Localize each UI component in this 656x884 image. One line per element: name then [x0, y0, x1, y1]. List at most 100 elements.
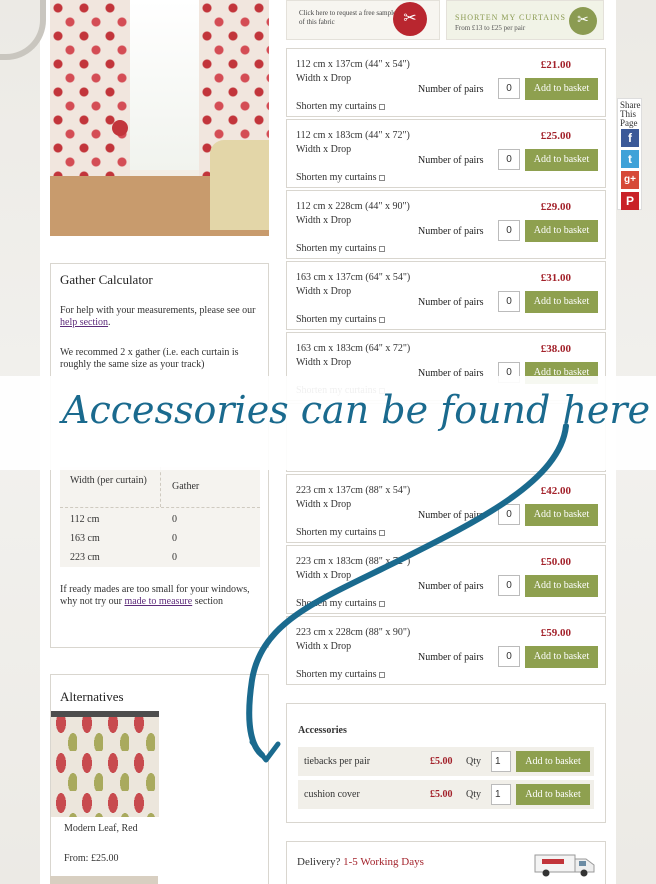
shorten-checkbox[interactable]: [378, 175, 385, 181]
size-price: £31.00: [540, 272, 571, 284]
tieback: [112, 120, 128, 136]
shorten-label: Shorten my curtains: [296, 314, 377, 325]
accessories-panel: Accessories tiebacks per pair £5.00 Qty …: [286, 703, 606, 823]
share-widget: Share This Page f t g+ P: [617, 98, 642, 210]
alternative-product-image-2[interactable]: [50, 876, 158, 884]
add-to-basket-button[interactable]: Add to basket: [525, 78, 598, 100]
accessory-qty-input[interactable]: 1: [491, 751, 511, 772]
number-of-pairs-label: Number of pairs: [418, 581, 484, 592]
size-row: 223 cm x 137cm (88" x 54") Width x Drop £4…: [286, 474, 606, 543]
number-of-pairs-label: Number of pairs: [418, 652, 484, 663]
size-sublabel: Width x Drop: [296, 641, 352, 652]
pairs-qty-input[interactable]: 0: [498, 575, 520, 596]
shorten-checkbox[interactable]: [378, 530, 385, 536]
qty-label: Qty: [466, 789, 481, 800]
pairs-qty-input[interactable]: 0: [498, 291, 520, 312]
alternative-product-image[interactable]: [51, 711, 159, 817]
product-image[interactable]: [50, 0, 269, 236]
callout-text: Accessories can be found here: [62, 388, 651, 432]
size-price: £38.00: [540, 343, 571, 355]
shorten-checkbox[interactable]: [378, 601, 385, 607]
number-of-pairs-label: Number of pairs: [418, 226, 484, 237]
shorten-checkbox[interactable]: [378, 246, 385, 252]
alternative-product-name[interactable]: Modern Leaf, Red: [64, 823, 144, 835]
add-to-basket-button[interactable]: Add to basket: [525, 220, 598, 242]
shorten-checkbox[interactable]: [378, 317, 385, 323]
size-label: 223 cm x 228cm (88" x 90"): [296, 627, 411, 638]
shorten-option[interactable]: Shorten my curtains: [296, 314, 385, 325]
add-to-basket-button[interactable]: Add to basket: [516, 784, 590, 805]
table-cell-width: 223 cm: [70, 552, 100, 563]
size-sublabel: Width x Drop: [296, 73, 352, 84]
curtain-rod: [51, 711, 159, 717]
made-to-measure-link[interactable]: made to measure: [124, 596, 192, 607]
shorten-option[interactable]: Shorten my curtains: [296, 598, 385, 609]
shorten-option[interactable]: Shorten my curtains: [296, 243, 385, 254]
size-sublabel: Width x Drop: [296, 215, 352, 226]
facebook-icon[interactable]: f: [621, 129, 639, 147]
alternatives-panel: Alternatives Modern Leaf, Red From: £25.…: [50, 674, 269, 884]
shorten-checkbox[interactable]: [378, 104, 385, 110]
size-price: £25.00: [540, 130, 571, 142]
delivery-question: Delivery?: [297, 856, 341, 868]
help-section-link[interactable]: help section: [60, 317, 108, 328]
size-price: £50.00: [540, 556, 571, 568]
table-rule: [60, 507, 260, 508]
size-label: 163 cm x 137cm (64" x 54"): [296, 272, 411, 283]
free-sample-promo[interactable]: Click here to request a free sample of t…: [286, 0, 440, 40]
size-row: 112 cm x 228cm (44" x 90") Width x Drop £2…: [286, 190, 606, 259]
add-to-basket-button[interactable]: Add to basket: [525, 291, 598, 313]
add-to-basket-button[interactable]: Add to basket: [525, 149, 598, 171]
window-light: [130, 0, 199, 170]
twitter-icon[interactable]: t: [621, 150, 639, 168]
accessory-name: cushion cover: [304, 789, 360, 800]
add-to-basket-button[interactable]: Add to basket: [516, 751, 590, 772]
delivery-van-icon: [534, 854, 595, 877]
google-plus-icon[interactable]: g+: [621, 171, 639, 189]
pairs-qty-input[interactable]: 0: [498, 149, 520, 170]
number-of-pairs-label: Number of pairs: [418, 84, 484, 95]
help-text: For help with your measurements, please …: [60, 305, 256, 316]
accessory-row: cushion cover £5.00 Qty 1 Add to basket: [298, 780, 594, 809]
accessory-qty-input[interactable]: 1: [491, 784, 511, 805]
share-label: Share This Page: [620, 100, 641, 128]
delivery-panel[interactable]: Delivery? 1-5 Working Days: [286, 841, 606, 884]
size-sublabel: Width x Drop: [296, 570, 352, 581]
qty-label: Qty: [466, 756, 481, 767]
shorten-checkbox[interactable]: [378, 672, 385, 678]
pairs-qty-input[interactable]: 0: [498, 646, 520, 667]
add-to-basket-button[interactable]: Add to basket: [525, 575, 598, 597]
accessory-price: £5.00: [430, 789, 453, 800]
shorten-option[interactable]: Shorten my curtains: [296, 172, 385, 183]
table-cell-gather: 0: [172, 552, 177, 563]
delivery-days[interactable]: 1-5 Working Days: [343, 856, 424, 868]
pairs-qty-input[interactable]: 0: [498, 78, 520, 99]
add-to-basket-button[interactable]: Add to basket: [525, 504, 598, 526]
scissors-badge-icon: ✂: [393, 2, 427, 36]
gather-help-text: For help with your measurements, please …: [60, 305, 260, 329]
size-sublabel: Width x Drop: [296, 144, 352, 155]
table-cell-gather: 0: [172, 514, 177, 525]
alternative-product-price: From: £25.00: [64, 853, 119, 864]
shorten-promo-subtitle: From £13 to £25 per pair: [455, 24, 526, 32]
size-label: 223 cm x 183cm (88" x 72"): [296, 556, 411, 567]
pairs-qty-input[interactable]: 0: [498, 504, 520, 525]
size-label: 112 cm x 228cm (44" x 90"): [296, 201, 410, 212]
size-row: 112 cm x 137cm (44" x 54") Width x Drop £2…: [286, 48, 606, 117]
size-sublabel: Width x Drop: [296, 357, 352, 368]
pinterest-icon[interactable]: P: [621, 192, 639, 210]
add-to-basket-button[interactable]: Add to basket: [525, 646, 598, 668]
shorten-option[interactable]: Shorten my curtains: [296, 669, 385, 680]
size-row: 223 cm x 228cm (88" x 90") Width x Drop £5…: [286, 616, 606, 685]
shorten-option[interactable]: Shorten my curtains: [296, 527, 385, 538]
gather-table: Width (per curtain) Gather 112 cm 0 163 …: [60, 467, 260, 567]
size-label: 223 cm x 137cm (88" x 54"): [296, 485, 411, 496]
size-row: 223 cm x 183cm (88" x 72") Width x Drop £5…: [286, 545, 606, 614]
gather-recommendation-text: We recommed 2 x gather (i.e. each curtai…: [60, 347, 239, 370]
gather-column-header: Gather: [172, 481, 200, 492]
number-of-pairs-label: Number of pairs: [418, 510, 484, 521]
made-to-measure-text: If ready mades are too small for your wi…: [60, 584, 265, 608]
shorten-curtains-promo[interactable]: Shorten my curtains From £13 to £25 per …: [446, 0, 604, 40]
pairs-qty-input[interactable]: 0: [498, 220, 520, 241]
shorten-option[interactable]: Shorten my curtains: [296, 101, 385, 112]
